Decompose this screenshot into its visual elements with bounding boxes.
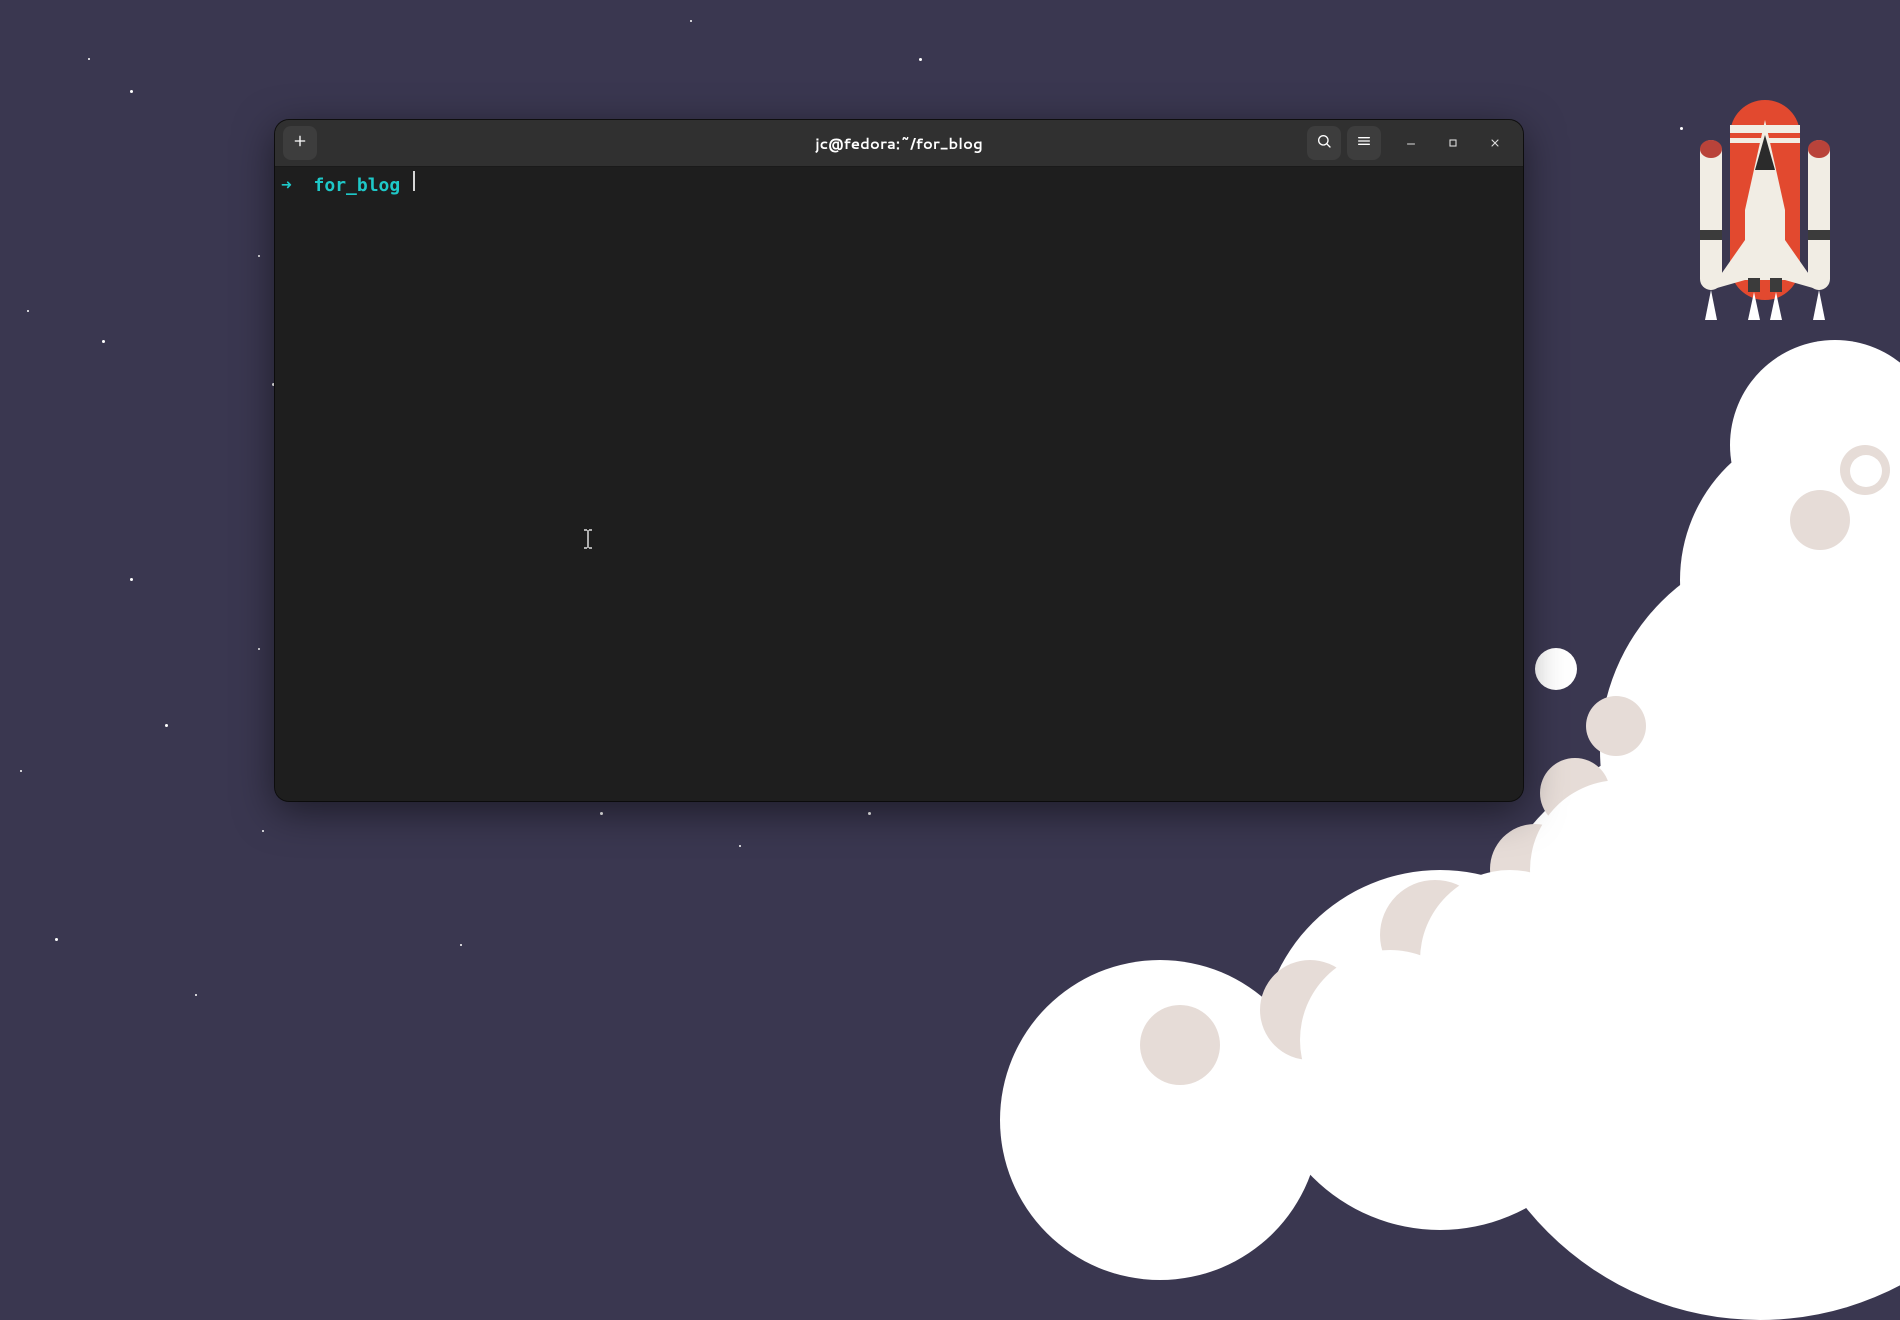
hamburger-icon [1356, 132, 1372, 155]
star [165, 724, 168, 727]
smoke-puff [1586, 696, 1646, 756]
terminal-window: jc@fedora:~/for_blog [275, 120, 1523, 801]
star [1680, 127, 1683, 130]
text-cursor [413, 171, 415, 191]
star [600, 812, 603, 815]
new-tab-button[interactable] [283, 126, 317, 160]
star [27, 310, 29, 312]
prompt-directory: for_blog [314, 175, 401, 197]
star [262, 830, 264, 832]
menu-button[interactable] [1347, 126, 1381, 160]
ibeam-cursor-icon [583, 529, 593, 554]
star [195, 994, 197, 996]
star [88, 58, 90, 60]
search-button[interactable] [1307, 126, 1341, 160]
star [460, 944, 462, 946]
star [102, 340, 105, 343]
prompt-arrow: ➜ [281, 175, 292, 197]
smoke-puff [1140, 1005, 1220, 1085]
search-icon [1316, 132, 1332, 155]
star [739, 845, 741, 847]
smoke-puff [1840, 578, 1876, 614]
plus-icon [292, 132, 308, 155]
smoke-puff [1535, 648, 1577, 690]
star [919, 58, 922, 61]
close-icon [1489, 132, 1501, 155]
star [130, 578, 133, 581]
maximize-button[interactable] [1439, 129, 1467, 157]
minimize-icon [1405, 132, 1417, 155]
smoke-puff [1710, 560, 1840, 690]
smoke-puff [1300, 950, 1480, 1130]
prompt-line: ➜ for_blog [281, 171, 1517, 197]
star [258, 255, 260, 257]
star [20, 770, 22, 772]
titlebar[interactable]: jc@fedora:~/for_blog [275, 120, 1523, 167]
close-button[interactable] [1481, 129, 1509, 157]
star [130, 90, 133, 93]
minimize-button[interactable] [1397, 129, 1425, 157]
smoke-puff [1850, 455, 1882, 487]
star [868, 812, 871, 815]
terminal-body[interactable]: ➜ for_blog [275, 167, 1523, 801]
smoke-puff [1790, 490, 1850, 550]
window-controls [1387, 129, 1515, 157]
star [55, 938, 58, 941]
star [690, 20, 692, 22]
maximize-icon [1447, 132, 1459, 155]
shuttle-illustration [1690, 80, 1840, 320]
star [258, 648, 260, 650]
